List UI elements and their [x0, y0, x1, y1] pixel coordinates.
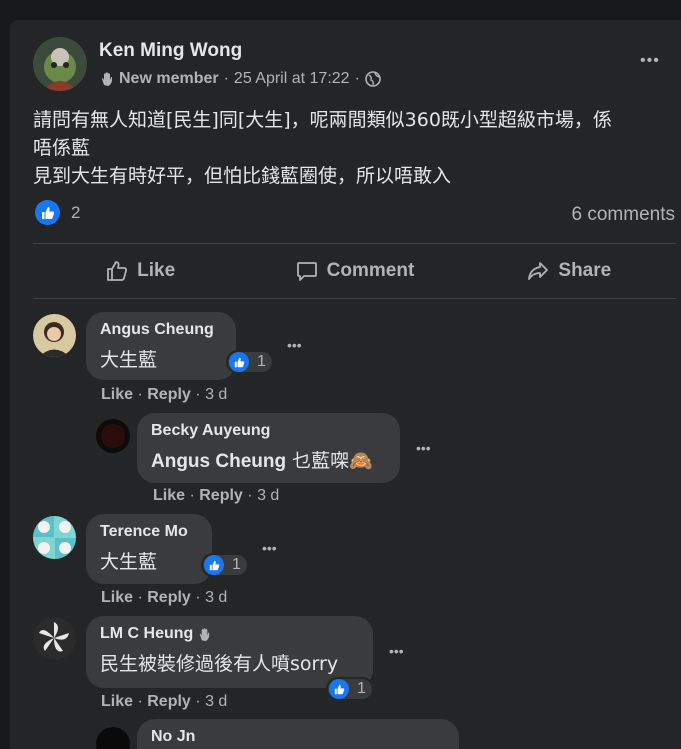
globe-icon[interactable] [365, 71, 381, 87]
comment-actions: Like · Reply · 3 d [101, 589, 227, 607]
comment-time[interactable]: 3 d [205, 589, 227, 606]
commenter-name[interactable]: No Jn [151, 728, 445, 746]
commenter-avatar[interactable] [96, 419, 130, 453]
comment-bubble: LM C Heung 民生被裝修過後有人噴sorry [86, 616, 373, 688]
comment-text: Angus Cheung 乜藍㗎🙈 [151, 446, 386, 473]
thumbs-up-icon [329, 679, 349, 699]
commenter-name[interactable]: Angus Cheung [100, 321, 222, 339]
commenter-name[interactable]: Terence Mo [100, 523, 198, 541]
thumbs-up-icon [229, 352, 249, 372]
comment-like-link[interactable]: Like [101, 589, 133, 606]
separator-dot: · [189, 487, 195, 504]
comment-bubble-icon [296, 262, 317, 281]
post-actions-bar: Like Comment Share [33, 245, 676, 297]
post-author-name[interactable]: Ken Ming Wong [99, 40, 242, 62]
divider [33, 298, 676, 299]
comment-text: 民生被裝修過後有人噴sorry [100, 653, 339, 675]
comment-reactions[interactable]: 1 [326, 677, 374, 701]
comment-reaction-count: 1 [257, 353, 266, 370]
separator-dot: · [137, 386, 143, 403]
comment-time[interactable]: 3 d [205, 386, 227, 403]
separator-dot: · [195, 386, 201, 403]
member-badge[interactable]: New member [119, 70, 219, 88]
post-timestamp[interactable]: 25 April at 17:22 [234, 70, 350, 88]
post-text-line: 請問有無人知道[民生]同[大生]，呢兩間類似360既小型超級市場，係 [33, 109, 612, 131]
comment-actions: Like · Reply · 3 d [153, 487, 279, 505]
comment-text: 大生藍 [100, 349, 158, 371]
separator-dot: · [247, 487, 253, 504]
comment-reply-link[interactable]: Reply [147, 693, 191, 710]
comment-time[interactable]: 3 d [205, 693, 227, 710]
like-button-label: Like [137, 260, 176, 281]
comment-bubble: Terence Mo 大生藍 [86, 514, 212, 584]
comment-button[interactable]: Comment [247, 245, 461, 297]
reply-bubble: Becky Auyeung Angus Cheung 乜藍㗎🙈 [137, 413, 400, 483]
share-arrow-icon [528, 262, 549, 280]
comment-text-body: 乜藍㗎🙈 [286, 450, 373, 472]
waving-hand-icon [102, 72, 112, 86]
comment-more-button[interactable]: ••• [389, 643, 404, 659]
separator-dot: · [137, 589, 143, 606]
comment-more-button[interactable]: ••• [287, 337, 302, 353]
share-button-label: Share [558, 260, 612, 281]
share-button[interactable]: Share [462, 245, 676, 297]
comment-like-link[interactable]: Like [101, 693, 133, 710]
post-text: 請問有無人知道[民生]同[大生]，呢兩間類似360既小型超級市場，係 唔係藍 見… [33, 106, 673, 190]
comment-reactions[interactable]: 1 [226, 350, 274, 374]
waving-hand-icon [200, 627, 210, 641]
comment-bubble: Angus Cheung 大生藍 [86, 312, 236, 380]
reply-bubble: No Jn [137, 719, 459, 749]
comment-button-label: Comment [326, 260, 415, 281]
separator-dot: · [195, 693, 201, 710]
post-text-line: 唔係藍 [33, 137, 91, 159]
comment-reactions[interactable]: 1 [201, 553, 249, 577]
post-reactions[interactable]: 2 [35, 200, 80, 225]
mentioned-user-tag[interactable]: Angus Cheung [151, 451, 286, 472]
commenter-avatar[interactable] [33, 314, 76, 357]
commenter-name[interactable]: LM C Heung [100, 625, 359, 643]
thumbs-up-outline-icon [107, 261, 128, 281]
separator-dot: · [137, 693, 143, 710]
like-button[interactable]: Like [33, 245, 247, 297]
comment-like-link[interactable]: Like [101, 386, 133, 403]
comment-actions: Like · Reply · 3 d [101, 386, 227, 404]
comment-more-button[interactable]: ••• [416, 440, 431, 456]
separator-dot: · [195, 589, 201, 606]
post-more-button[interactable]: ••• [640, 52, 660, 70]
meta-separator: · [223, 70, 229, 87]
thumbs-up-icon [204, 555, 224, 575]
commenter-avatar[interactable] [33, 516, 76, 559]
comment-like-link[interactable]: Like [153, 487, 185, 504]
comment-reply-link[interactable]: Reply [147, 386, 191, 403]
post-text-line: 見到大生有時好平，但怕比錢藍圈使，所以唔敢入 [33, 165, 452, 187]
comment-time[interactable]: 3 d [257, 487, 279, 504]
comment-reply-link[interactable]: Reply [199, 487, 243, 504]
comment-reaction-count: 1 [357, 680, 366, 697]
commenter-name[interactable]: Becky Auyeung [151, 422, 386, 440]
comment-reply-link[interactable]: Reply [147, 589, 191, 606]
divider [33, 243, 676, 244]
author-avatar[interactable] [33, 37, 87, 91]
commenter-avatar[interactable] [33, 617, 76, 660]
meta-separator: · [354, 70, 360, 87]
commenter-name-text: LM C Heung [100, 625, 194, 642]
reaction-count: 2 [71, 202, 81, 222]
thumbs-up-icon [35, 200, 60, 225]
comment-more-button[interactable]: ••• [262, 540, 277, 556]
comments-count-link[interactable]: 6 comments [572, 204, 675, 226]
post-meta: New member · 25 April at 17:22 · [99, 70, 381, 88]
comment-actions: Like · Reply · 3 d [101, 693, 227, 711]
comment-text: 大生藍 [100, 551, 158, 573]
comment-reaction-count: 1 [232, 556, 241, 573]
